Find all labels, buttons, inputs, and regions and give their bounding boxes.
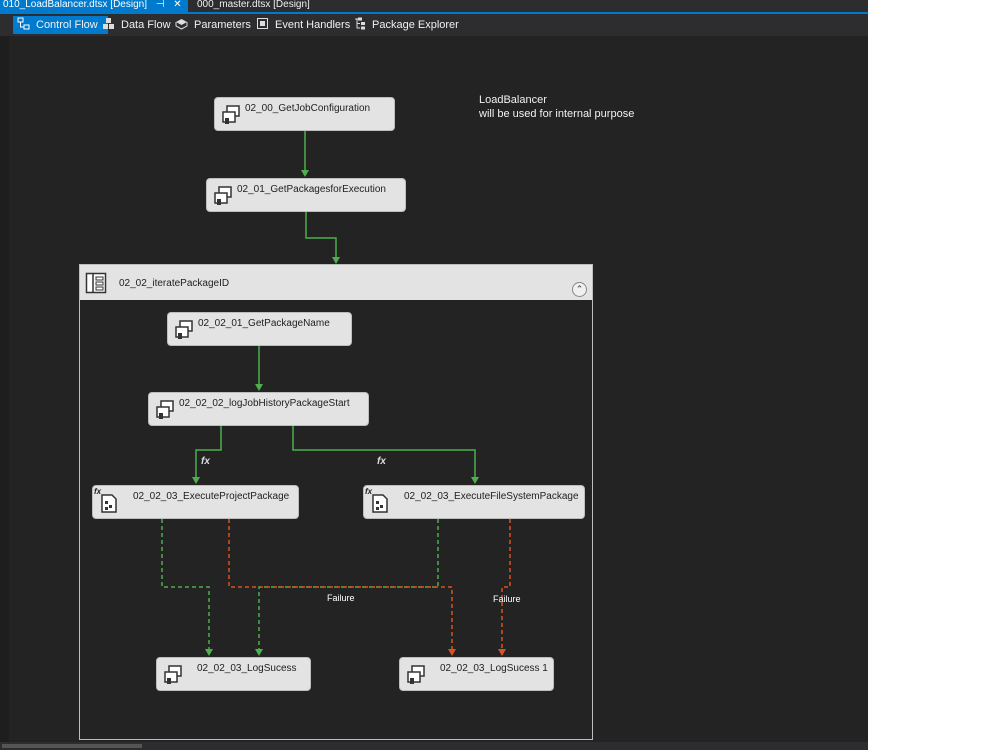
task-label: 02_02_01_GetPackageName xyxy=(198,318,330,329)
tab-label: Data Flow xyxy=(121,19,171,31)
task-execute-project-package[interactable]: fx 02_02_03_ExecuteProjectPackage xyxy=(92,485,299,519)
scrollbar-thumb[interactable] xyxy=(2,744,142,748)
execute-sql-task-icon xyxy=(156,400,174,419)
document-tab-master[interactable]: 000_master.dtsx [Design] xyxy=(194,0,330,12)
task-label: 02_02_03_LogSucess 1 xyxy=(440,663,548,674)
document-tab-label: 000_master.dtsx [Design] xyxy=(197,0,310,10)
annotation-line: will be used for internal purpose xyxy=(479,108,635,120)
tab-package-explorer[interactable]: Package Explorer xyxy=(353,16,459,34)
task-label: 02_02_02_logJobHistoryPackageStart xyxy=(179,398,350,409)
task-execute-file-system-package[interactable]: fx 02_02_03_ExecuteFileSystemPackage xyxy=(363,485,585,519)
container-label: 02_02_iteratePackageID xyxy=(119,278,230,289)
execute-sql-task-icon xyxy=(407,665,425,684)
failure-label: Failure xyxy=(493,594,521,604)
expression-constraint-icon: fx xyxy=(201,456,210,467)
package-explorer-icon xyxy=(355,17,365,30)
data-flow-icon xyxy=(103,18,114,29)
task-log-job-history-package-start[interactable]: 02_02_02_logJobHistoryPackageStart xyxy=(148,392,369,426)
task-log-success[interactable]: 02_02_03_LogSucess xyxy=(156,657,311,691)
tab-label: Control Flow xyxy=(36,19,98,31)
close-icon[interactable]: ✕ xyxy=(173,0,181,10)
parameters-icon xyxy=(175,19,188,30)
expression-constraint-icon: fx xyxy=(377,456,386,467)
execute-sql-task-icon xyxy=(175,320,193,339)
task-get-package-name[interactable]: 02_02_01_GetPackageName xyxy=(167,312,352,346)
chevron-up-icon[interactable]: ⌃ xyxy=(572,282,587,297)
annotation-line: LoadBalancer xyxy=(479,94,547,106)
task-label: 02_02_03_ExecuteFileSystemPackage xyxy=(404,491,579,502)
container-header[interactable]: 02_02_iteratePackageID ⌃ xyxy=(80,265,592,300)
task-get-packages-for-execution[interactable]: 02_01_GetPackagesforExecution xyxy=(206,178,406,212)
foreach-loop-icon xyxy=(85,272,107,294)
tab-control-flow[interactable]: Control Flow xyxy=(13,16,108,34)
horizontal-scrollbar[interactable] xyxy=(0,742,868,750)
execute-package-task-icon xyxy=(101,494,117,513)
pin-icon[interactable]: ⊣ xyxy=(156,0,165,10)
tab-parameters[interactable]: Parameters xyxy=(175,16,251,34)
execute-sql-task-icon xyxy=(164,665,182,684)
document-tab-bar: 010_LoadBalancer.dtsx [Design] ⊣ ✕ 000_m… xyxy=(0,0,868,14)
ssis-designer-window: 010_LoadBalancer.dtsx [Design] ⊣ ✕ 000_m… xyxy=(0,0,868,750)
task-log-success-1[interactable]: 02_02_03_LogSucess 1 xyxy=(399,657,554,691)
event-handlers-icon xyxy=(257,18,268,29)
tab-data-flow[interactable]: Data Flow xyxy=(102,16,171,34)
annotation[interactable]: LoadBalancer will be used for internal p… xyxy=(479,93,634,121)
document-tab-loadbalancer[interactable]: 010_LoadBalancer.dtsx [Design] ⊣ ✕ xyxy=(0,0,188,12)
control-flow-icon xyxy=(17,17,30,30)
execute-sql-task-icon xyxy=(222,105,240,124)
execute-package-task-icon xyxy=(372,494,388,513)
task-get-job-configuration[interactable]: 02_00_GetJobConfiguration xyxy=(214,97,395,131)
failure-label: Failure xyxy=(327,593,355,603)
tab-label: Parameters xyxy=(194,19,251,31)
task-label: 02_01_GetPackagesforExecution xyxy=(237,184,386,195)
tab-label: Package Explorer xyxy=(372,19,459,31)
task-label: 02_00_GetJobConfiguration xyxy=(245,103,371,114)
document-tab-label: 010_LoadBalancer.dtsx [Design] xyxy=(3,0,147,10)
task-label: 02_02_03_ExecuteProjectPackage xyxy=(133,491,290,502)
execute-sql-task-icon xyxy=(214,186,232,205)
task-label: 02_02_03_LogSucess xyxy=(197,663,297,674)
tab-label: Event Handlers xyxy=(275,19,351,31)
designer-toolbar: Control Flow Data Flow Parameters Event … xyxy=(0,14,868,36)
tab-event-handlers[interactable]: Event Handlers xyxy=(256,16,350,34)
